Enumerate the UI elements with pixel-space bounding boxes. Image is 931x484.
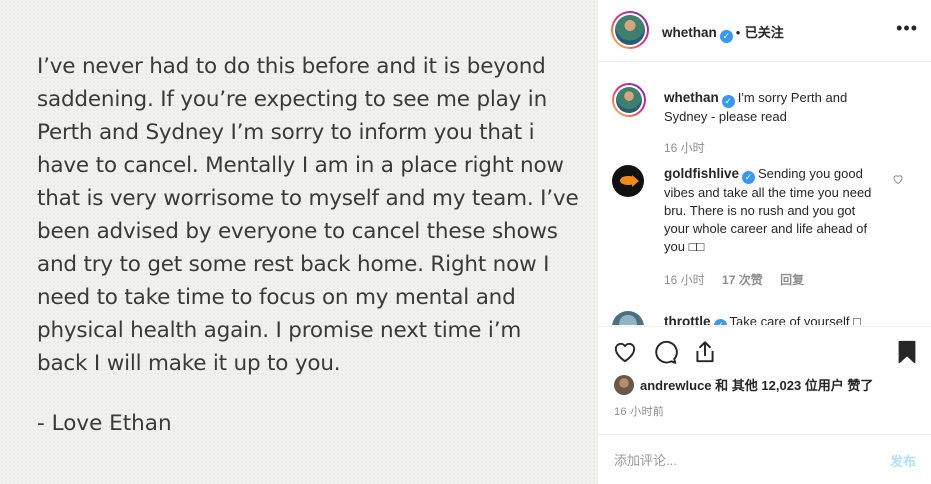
note-line: I’ve never had to do this before and it … <box>37 54 546 79</box>
caption-time[interactable]: 16 小时 <box>664 141 705 155</box>
comment-item: goldfishlive ✓ Sending you good vibes and … <box>612 163 912 293</box>
comment-reply-button[interactable]: 回复 <box>780 273 804 287</box>
post-image: I’ve never had to do this before and it … <box>0 0 597 484</box>
post-sidebar: whethan ✓ • 已关注 ••• whethan ✓ I'm sorry Pert… <box>597 0 931 484</box>
note-line: Perth and Sydney I’m sorry to inform you… <box>37 120 535 145</box>
comment-item: throttle ✓ Take care of yourself □ <box>612 309 912 325</box>
comment-like-heart-icon[interactable] <box>892 173 904 185</box>
likes-others[interactable]: 其他 12,023 位用户 <box>732 378 844 393</box>
post-timestamp[interactable]: 16 小时前 <box>614 403 664 419</box>
caption-meta: 16 小时 <box>664 139 719 156</box>
note-line: need to take time to focus on my mental … <box>37 285 516 310</box>
post-actions: andrewluce 和 其他 12,023 位用户 赞了 16 小时前 <box>598 326 931 434</box>
post-header: whethan ✓ • 已关注 ••• <box>598 0 931 62</box>
caption-username[interactable]: whethan <box>664 90 719 105</box>
likes-connector: 和 <box>715 378 729 393</box>
comment-meta: 16 小时 17 次赞 回复 <box>664 271 818 288</box>
header-user-line: whethan ✓ • 已关注 <box>662 22 784 43</box>
comment-composer: 发布 <box>598 434 931 484</box>
note-line: been advised by everyone to cancel these… <box>37 219 558 244</box>
note-line: that is very worrisome to myself and my … <box>37 186 579 211</box>
note-line: and try to get some rest back home. Righ… <box>37 252 550 277</box>
verified-badge-icon: ✓ <box>742 171 756 184</box>
comment-bubble-icon[interactable] <box>652 339 678 365</box>
follow-status-button[interactable]: 已关注 <box>745 25 784 40</box>
likes-avatar[interactable] <box>614 375 634 395</box>
note-line: saddening. If you’re expecting to see me… <box>37 87 548 112</box>
likes-user[interactable]: andrewluce <box>640 378 712 393</box>
post-comment-button[interactable]: 发布 <box>890 451 916 470</box>
header-avatar[interactable] <box>611 11 649 49</box>
caption-item: whethan ✓ I'm sorry Perth and Sydney - ple… <box>612 81 912 161</box>
share-icon[interactable] <box>692 339 718 365</box>
bookmark-icon[interactable] <box>894 339 920 365</box>
note-signature: - Love Ethan <box>37 411 172 436</box>
caption-text-block: whethan ✓ I'm sorry Perth and Sydney - ple… <box>664 89 874 126</box>
likes-summary: andrewluce 和 其他 12,023 位用户 赞了 <box>614 375 873 395</box>
comment-username[interactable]: goldfishlive <box>664 166 739 181</box>
like-heart-icon[interactable] <box>612 339 638 365</box>
comment-text: Take care of yourself □ <box>729 314 861 325</box>
comment-text-block: throttle ✓ Take care of yourself □ <box>664 313 878 325</box>
more-options-icon[interactable]: ••• <box>896 18 918 39</box>
verified-badge-icon: ✓ <box>719 30 733 43</box>
comment-avatar[interactable] <box>612 311 644 325</box>
comment-avatar[interactable] <box>612 165 644 197</box>
note-line: physical health again. I promise next ti… <box>37 318 522 343</box>
verified-badge-icon: ✓ <box>721 95 735 108</box>
comment-likes[interactable]: 17 次赞 <box>722 273 763 287</box>
header-dot: • <box>735 25 741 40</box>
caption-avatar[interactable] <box>612 83 646 117</box>
comment-input[interactable] <box>614 445 864 475</box>
comment-text-block: goldfishlive ✓ Sending you good vibes and … <box>664 165 878 256</box>
note-line: back I will make it up to you. <box>37 351 341 376</box>
comment-time[interactable]: 16 小时 <box>664 273 705 287</box>
comments-list[interactable]: whethan ✓ I'm sorry Perth and Sydney - ple… <box>598 63 931 325</box>
header-username[interactable]: whethan <box>662 25 717 40</box>
likes-suffix: 赞了 <box>847 378 874 393</box>
note-line: have to cancel. Mentally I am in a place… <box>37 153 564 178</box>
comment-username[interactable]: throttle <box>664 314 711 325</box>
verified-badge-icon: ✓ <box>713 319 727 325</box>
note-text: I’ve never had to do this before and it … <box>37 50 579 380</box>
